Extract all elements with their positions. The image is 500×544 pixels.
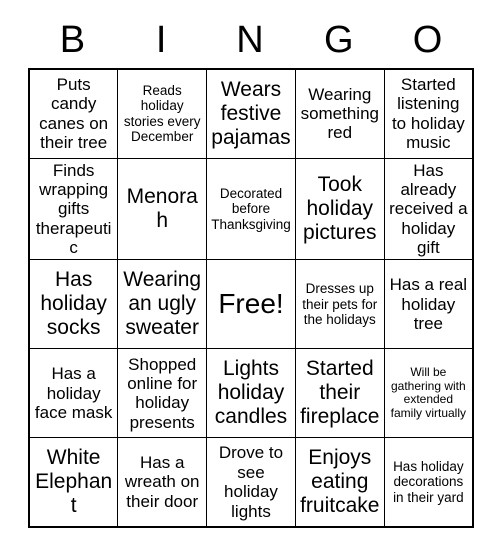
bingo-cell-free[interactable]: Free!: [206, 259, 296, 350]
bingo-cell[interactable]: Decorated before Thanksgiving: [206, 157, 296, 261]
bingo-card: B I N G O Puts candy canes on their tree…: [28, 12, 474, 528]
bingo-row: Has holiday socks Wearing an ugly sweate…: [28, 259, 474, 350]
bingo-cell[interactable]: Lights holiday candles: [206, 348, 296, 439]
bingo-header-letter-g: G: [324, 19, 354, 61]
bingo-row: Finds wrapping gifts therapeutic Menorah…: [28, 157, 474, 261]
bingo-cell[interactable]: Enjoys eating fruitcake: [294, 437, 385, 528]
bingo-cell[interactable]: Has a holiday face mask: [28, 348, 119, 439]
bingo-cell[interactable]: Has holiday decorations in their yard: [383, 437, 474, 528]
bingo-row: Has a holiday face mask Shopped online f…: [28, 348, 474, 439]
bingo-cell[interactable]: Took holiday pictures: [294, 157, 385, 261]
bingo-cell[interactable]: Started listening to holiday music: [383, 68, 474, 159]
bingo-cell[interactable]: Has a real holiday tree: [383, 259, 474, 350]
bingo-header-row: B I N G O: [28, 12, 472, 68]
bingo-cell[interactable]: Reads holiday stories every December: [117, 68, 208, 159]
bingo-cell[interactable]: Has a wreath on their door: [117, 437, 208, 528]
bingo-header-letter-n: N: [236, 19, 264, 61]
bingo-cell[interactable]: Has already received a holiday gift: [383, 157, 474, 261]
bingo-cell[interactable]: Will be gathering with extended family v…: [383, 348, 474, 439]
bingo-grid: Puts candy canes on their tree Reads hol…: [28, 68, 474, 528]
bingo-cell[interactable]: Finds wrapping gifts therapeutic: [28, 157, 119, 261]
bingo-cell[interactable]: Drove to see holiday lights: [206, 437, 296, 528]
bingo-cell[interactable]: White Elephant: [28, 437, 119, 528]
bingo-cell[interactable]: Started their fireplace: [294, 348, 385, 439]
bingo-cell[interactable]: Dresses up their pets for the holidays: [294, 259, 385, 350]
bingo-cell[interactable]: Wears festive pajamas: [206, 68, 296, 159]
bingo-cell[interactable]: Wearing something red: [294, 68, 385, 159]
bingo-cell[interactable]: Wearing an ugly sweater: [117, 259, 208, 350]
bingo-header-letter-i: I: [155, 19, 167, 61]
bingo-cell[interactable]: Puts candy canes on their tree: [28, 68, 119, 159]
bingo-cell[interactable]: Has holiday socks: [28, 259, 119, 350]
bingo-row: Puts candy canes on their tree Reads hol…: [28, 68, 474, 159]
bingo-cell[interactable]: Shopped online for holiday presents: [117, 348, 208, 439]
bingo-row: White Elephant Has a wreath on their doo…: [28, 437, 474, 528]
bingo-cell[interactable]: Menorah: [117, 157, 208, 261]
bingo-header-letter-o: O: [412, 19, 443, 61]
bingo-header-letter-b: B: [59, 19, 86, 61]
